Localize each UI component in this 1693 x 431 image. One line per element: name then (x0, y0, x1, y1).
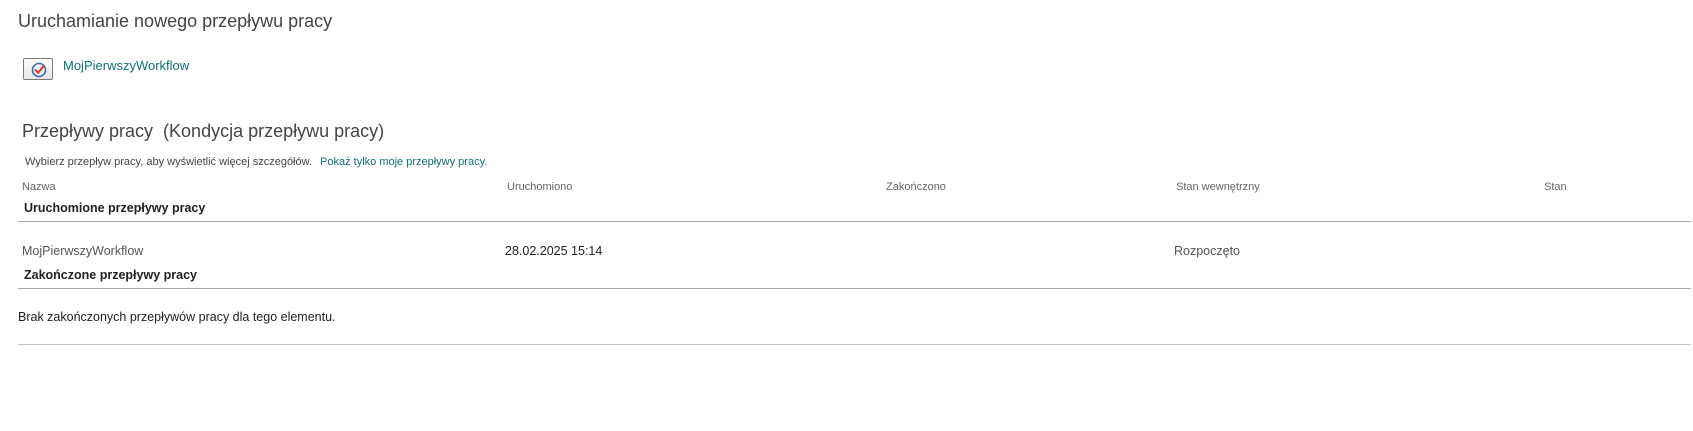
running-workflows-group-header: Uruchomione przepływy pracy (24, 201, 206, 215)
column-header-internal-state: Stan wewnętrzny (1176, 181, 1260, 193)
workflow-start-icon (31, 62, 47, 78)
workflows-section-title: Przepływy pracy (Kondycja przepływu pracy… (22, 121, 384, 142)
no-completed-workflows-message: Brak zakończonych przepływów pracy dla t… (18, 310, 336, 324)
bottom-divider (18, 344, 1691, 345)
start-workflow-link[interactable]: MojPierwszyWorkflow (63, 58, 189, 73)
workflows-subtitle: (Kondycja przepływu pracy) (163, 121, 385, 141)
table-row-started: 28.02.2025 15:14 (505, 244, 603, 258)
workflow-start-icon-button[interactable] (23, 58, 53, 80)
column-header-finished: Zakończono (886, 181, 946, 193)
table-row-workflow-name[interactable]: MojPierwszyWorkflow (22, 244, 143, 258)
column-header-started: Uruchomiono (507, 181, 573, 193)
workflows-hint: Wybierz przepływ pracy, aby wyświetlić w… (25, 156, 487, 168)
table-row-internal-state: Rozpoczęto (1174, 244, 1241, 258)
start-workflow-title: Uruchamianie nowego przepływu pracy (18, 11, 333, 31)
running-group-divider (18, 221, 1691, 222)
column-header-name: Nazwa (22, 181, 56, 193)
column-header-state: Stan (1544, 181, 1567, 193)
completed-group-divider (18, 288, 1691, 289)
completed-workflows-group-header: Zakończone przepływy pracy (24, 268, 197, 282)
show-my-workflows-link[interactable]: Pokaż tylko moje przepływy pracy. (320, 156, 487, 168)
hint-text: Wybierz przepływ pracy, aby wyświetlić w… (25, 156, 313, 168)
workflows-title: Przepływy pracy (22, 121, 154, 141)
